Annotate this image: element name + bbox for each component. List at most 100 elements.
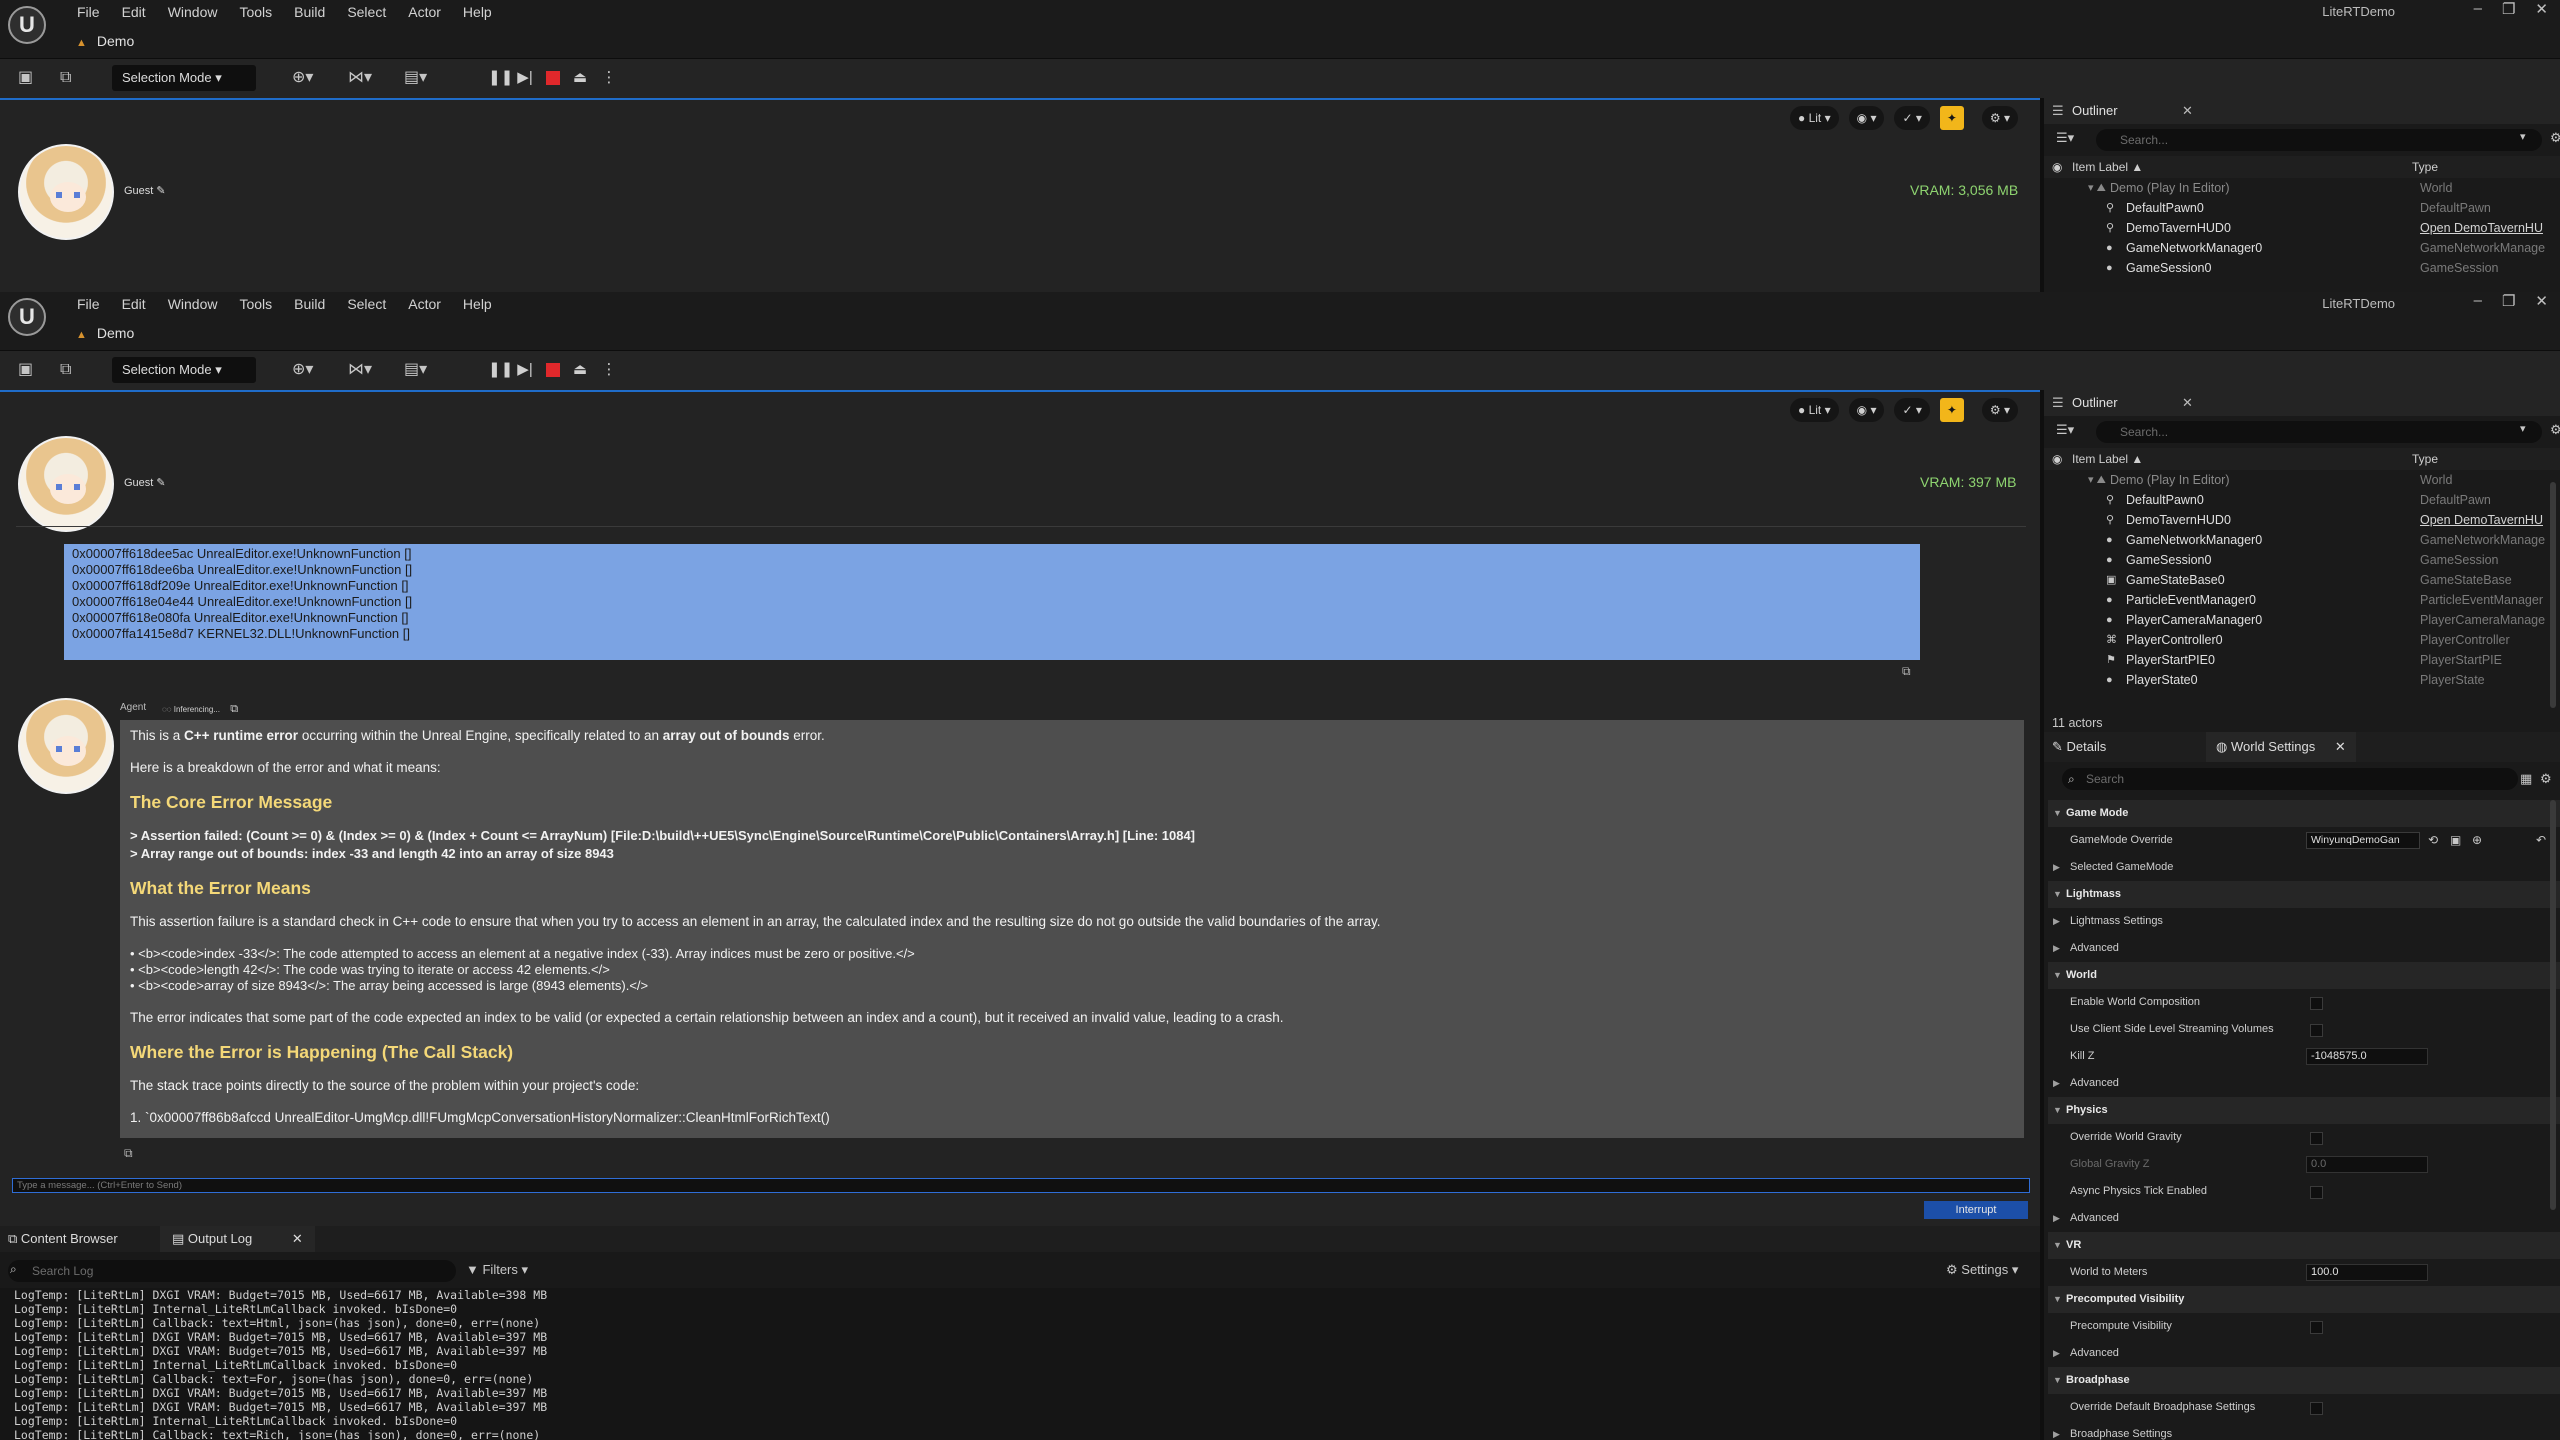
selection-mode-dropdown[interactable]: Selection Mode ▾	[112, 65, 256, 91]
outliner-row[interactable]: ● GameSession0 GameSession	[2044, 258, 2560, 278]
settings-icon[interactable]: ⚙	[2550, 422, 2560, 438]
details-category[interactable]: ▼ Broadphase	[2048, 1367, 2560, 1394]
details-category[interactable]: ▼ Physics	[2048, 1097, 2560, 1124]
tab-world-settings[interactable]: ◍ World Settings ✕	[2206, 732, 2356, 762]
dropdown-icon[interactable]: ▾	[2520, 130, 2526, 143]
details-property[interactable]: Override Default Broadphase Settings	[2048, 1394, 2560, 1421]
outliner-row[interactable]: ● PlayerCameraManager0 PlayerCameraManage	[2044, 610, 2560, 630]
minimize-icon[interactable]: –	[2474, 292, 2482, 310]
tab-content-browser[interactable]: ⧉ Content Browser	[8, 1226, 118, 1252]
outliner-row[interactable]: ● GameNetworkManager0 GameNetworkManage	[2044, 238, 2560, 258]
eject-icon[interactable]: ⏏	[571, 69, 589, 87]
close-icon[interactable]: ✕	[2535, 292, 2548, 310]
outliner-search-input[interactable]: Search...	[2096, 421, 2542, 443]
details-property[interactable]: Precompute Visibility	[2048, 1313, 2560, 1340]
details-scrollbar[interactable]	[2550, 800, 2556, 1210]
outliner-row-world[interactable]: ▾ ⛰ Demo (Play In Editor) World	[2044, 178, 2560, 198]
menu-edit[interactable]: Edit	[111, 2, 157, 22]
details-category[interactable]: ▼ VR	[2048, 1232, 2560, 1259]
content-icon[interactable]: ⧉	[60, 359, 71, 381]
dropdown-icon[interactable]: ▾	[2520, 422, 2526, 435]
menu-tools[interactable]: Tools	[228, 2, 283, 22]
restore-icon[interactable]: ❐	[2502, 292, 2515, 310]
viewport-settings-icon[interactable]: ⚙ ▾	[1981, 398, 2019, 422]
copy-icon[interactable]: ⧉	[124, 1146, 133, 1161]
col-type[interactable]: Type	[2412, 156, 2438, 178]
details-category[interactable]: ▼ Precomputed Visibility	[2048, 1286, 2560, 1313]
filters-dropdown[interactable]: ▼ Filters ▾	[466, 1262, 528, 1278]
reset-icon[interactable]: ↶	[2536, 827, 2546, 854]
viewport-top[interactable]: ● Lit ▾ ◉ ▾ ✓ ▾ ✦ ⚙ ▾ Guest ✎ VRAM: 3,05…	[0, 98, 2040, 292]
add-actor-icon[interactable]: ⊕▾	[292, 67, 313, 89]
level-tab[interactable]: ▲ Demo	[68, 322, 148, 344]
details-property[interactable]: ▶ Advanced	[2048, 1070, 2560, 1097]
copy-icon[interactable]: ⧉	[230, 703, 238, 715]
menu-file[interactable]: File	[66, 294, 111, 314]
filter-icon[interactable]: ☰▾	[2056, 130, 2074, 146]
outliner-row[interactable]: ⚲ DefaultPawn0 DefaultPawn	[2044, 198, 2560, 218]
snap-icon[interactable]: ✓ ▾	[1894, 106, 1930, 130]
cinematics-icon[interactable]: ▤▾	[404, 67, 427, 89]
lit-button[interactable]: ● Lit ▾	[1790, 106, 1839, 130]
save-icon[interactable]: ▣	[18, 359, 33, 381]
menu-help[interactable]: Help	[452, 294, 503, 314]
outliner-row[interactable]: ⚲ DemoTavernHUD0 Open DemoTavernHU	[2044, 218, 2560, 238]
details-property[interactable]: ▶ Lightmass Settings	[2048, 908, 2560, 935]
snap-icon[interactable]: ✓ ▾	[1894, 398, 1930, 422]
outliner-row[interactable]: ⌘ PlayerController0 PlayerController	[2044, 630, 2560, 650]
menu-build[interactable]: Build	[283, 294, 336, 314]
stack-trace-block[interactable]: 0x00007ff618dee5ac UnrealEditor.exe!Unkn…	[64, 544, 1920, 660]
outliner-row[interactable]: ● ParticleEventManager0 ParticleEventManag…	[2044, 590, 2560, 610]
menu-actor[interactable]: Actor	[397, 2, 452, 22]
save-icon[interactable]: ▣	[18, 67, 33, 89]
close-tab-icon[interactable]: ✕	[2182, 390, 2193, 416]
details-property[interactable]: Override World Gravity	[2048, 1124, 2560, 1151]
interrupt-button[interactable]: Interrupt	[1924, 1201, 2028, 1219]
outliner-row-world[interactable]: ▾ ⛰ Demo (Play In Editor) World	[2044, 470, 2560, 490]
step-icon[interactable]: ▶|	[516, 361, 534, 379]
step-icon[interactable]: ▶|	[516, 69, 534, 87]
blueprint-icon[interactable]: ⋈▾	[348, 67, 372, 89]
content-icon[interactable]: ⧉	[60, 67, 71, 89]
more-options-icon[interactable]: ⋮	[600, 69, 618, 87]
details-property[interactable]: Async Physics Tick Enabled	[2048, 1178, 2560, 1205]
menu-edit[interactable]: Edit	[111, 294, 157, 314]
menu-build[interactable]: Build	[283, 2, 336, 22]
restore-icon[interactable]: ❐	[2502, 0, 2515, 18]
more-options-icon[interactable]: ⋮	[600, 361, 618, 379]
settings-dropdown[interactable]: ⚙ Settings ▾	[1946, 1262, 2018, 1278]
output-log[interactable]: LogTemp: [LiteRtLm] DXGI VRAM: Budget=70…	[0, 1288, 2040, 1440]
log-search-input[interactable]: Search Log	[8, 1260, 456, 1282]
stop-icon[interactable]	[546, 363, 560, 377]
minimize-icon[interactable]: –	[2474, 0, 2482, 18]
close-icon[interactable]: ✕	[2535, 0, 2548, 18]
eject-icon[interactable]: ⏏	[571, 361, 589, 379]
menu-file[interactable]: File	[66, 2, 111, 22]
col-type[interactable]: Type	[2412, 448, 2438, 470]
checkbox[interactable]	[2310, 1321, 2323, 1334]
number-field[interactable]: -1048575.0	[2306, 1048, 2428, 1065]
outliner-row[interactable]: ▣ GameStateBase0 GameStateBase	[2044, 570, 2560, 590]
number-field[interactable]: 0.0	[2306, 1156, 2428, 1173]
add-actor-icon[interactable]: ⊕▾	[292, 359, 313, 381]
checkbox[interactable]	[2310, 1024, 2323, 1037]
show-icon[interactable]: ◉ ▾	[1848, 398, 1885, 422]
close-tab-icon[interactable]: ✕	[292, 1231, 303, 1246]
outliner-search-input[interactable]: Search...	[2096, 129, 2542, 151]
details-property[interactable]: ▶ Advanced	[2048, 1205, 2560, 1232]
outliner-row[interactable]: ● GameNetworkManager0 GameNetworkManage	[2044, 530, 2560, 550]
details-category[interactable]: ▼ World	[2048, 962, 2560, 989]
pause-icon[interactable]: ❚❚	[488, 361, 513, 379]
outliner-row[interactable]: ⚲ DefaultPawn0 DefaultPawn	[2044, 490, 2560, 510]
col-item-label[interactable]: Item Label ▲	[2072, 156, 2143, 178]
tab-details[interactable]: ✎ Details	[2052, 732, 2106, 762]
use-selected-icon[interactable]: ▣	[2450, 827, 2461, 854]
details-property[interactable]: ▶ Advanced	[2048, 1340, 2560, 1367]
tab-output-log[interactable]: ▤ Output Log ✕	[160, 1226, 315, 1252]
unreal-logo-icon[interactable]: U	[8, 6, 46, 44]
message-input[interactable]: Type a message... (Ctrl+Enter to Send)	[12, 1178, 2030, 1193]
outliner-tab[interactable]: ☰ Outliner ✕	[2044, 98, 2560, 124]
outliner-row[interactable]: ⚲ DemoTavernHUD0 Open DemoTavernHU	[2044, 510, 2560, 530]
stop-icon[interactable]	[546, 71, 560, 85]
details-property[interactable]: Global Gravity Z 0.0	[2048, 1151, 2560, 1178]
